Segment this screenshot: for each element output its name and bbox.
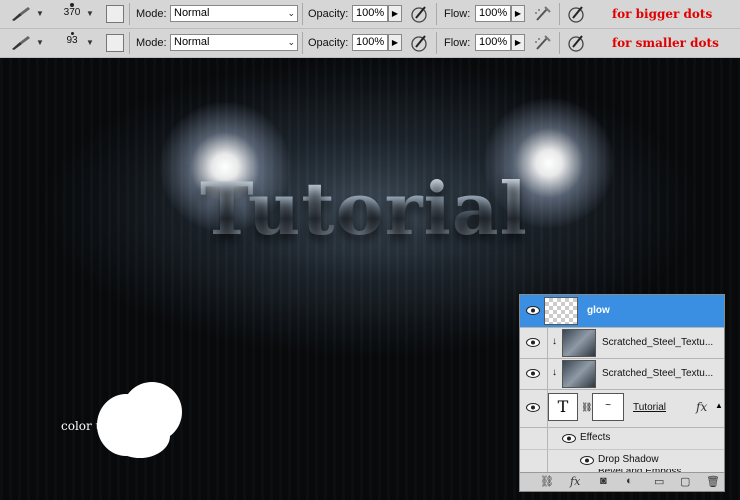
opacity-slider-button[interactable]: ▶	[388, 5, 402, 22]
flow-input[interactable]: 100%	[475, 34, 511, 51]
layer-tutorial-text[interactable]: T ⛓ ~ Tutorial fx ▲	[520, 389, 724, 428]
pressure-opacity-icon[interactable]	[410, 33, 430, 53]
link-layers-icon[interactable]: ⛓	[540, 475, 554, 488]
clipping-arrow-icon: ↓	[552, 336, 557, 347]
opacity-label: Opacity:	[308, 8, 349, 20]
mode-label: Mode:	[136, 37, 167, 49]
airbrush-icon[interactable]	[533, 33, 553, 53]
brush-preset-dropdown-caret[interactable]: ▼	[36, 38, 44, 47]
mode-select-value: Normal	[174, 36, 210, 48]
mode-select-value: Normal	[174, 7, 210, 19]
flow-slider-button[interactable]: ▶	[511, 5, 525, 22]
flow-label: Flow:	[444, 37, 471, 49]
opacity-input[interactable]: 100%	[352, 34, 388, 51]
layer-mask-thumbnail: ~	[592, 393, 624, 421]
layer-glow[interactable]: glow	[520, 295, 724, 328]
brush-tool-icon[interactable]	[8, 34, 38, 52]
brush-tool-icon[interactable]	[8, 5, 38, 23]
pressure-size-icon[interactable]	[567, 33, 587, 53]
opacity-slider-button[interactable]: ▶	[388, 34, 402, 51]
brush-size-value: 93	[66, 35, 78, 46]
brush-size-dropdown-caret[interactable]: ▼	[86, 9, 94, 18]
brush-panel-toggle-icon[interactable]	[106, 5, 124, 23]
tutorial-steel-title: Tutorial	[200, 166, 528, 251]
eye-icon[interactable]	[526, 403, 540, 412]
layers-panel: glow ↓ Scratched_Steel_Textu... ↓ Scratc…	[519, 294, 725, 492]
eye-icon[interactable]	[526, 306, 540, 315]
options-bar-row-2: ▼ 93 ▼ Mode: Normal ⌄ Opacity: 100% ▶ Flo…	[0, 29, 740, 58]
effects-group[interactable]: Effects	[520, 427, 724, 450]
text-layer-icon: T	[548, 393, 578, 421]
collapse-effects-icon[interactable]: ▲	[715, 401, 723, 410]
pressure-size-icon[interactable]	[567, 4, 587, 24]
mode-select[interactable]: Normal ⌄	[170, 5, 298, 22]
brush-size-dropdown-caret[interactable]: ▼	[86, 38, 94, 47]
clipping-arrow-icon: ↓	[552, 367, 557, 378]
layer-name[interactable]: glow	[587, 305, 610, 316]
note-bigger-dots: for bigger dots	[612, 7, 713, 21]
layer-scratched-steel-1[interactable]: ↓ Scratched_Steel_Textu...	[520, 327, 724, 359]
brush-panel-toggle-icon[interactable]	[106, 34, 124, 52]
layer-name[interactable]: Scratched_Steel_Textu...	[602, 337, 713, 348]
trash-icon[interactable]: 🗑	[706, 475, 720, 488]
effects-label: Effects	[580, 432, 611, 443]
layer-thumbnail	[562, 329, 596, 357]
layer-thumbnail	[544, 297, 578, 325]
opacity-input[interactable]: 100%	[352, 5, 388, 22]
flow-slider-button[interactable]: ▶	[511, 34, 525, 51]
new-group-icon[interactable]: ▭	[654, 475, 664, 488]
new-layer-icon[interactable]: ▢	[680, 475, 690, 488]
link-icon: ⛓	[581, 402, 593, 412]
separator	[129, 32, 130, 54]
brush-size-picker[interactable]: 370	[58, 1, 86, 27]
brush-preset-dropdown-caret[interactable]: ▼	[36, 9, 44, 18]
airbrush-icon[interactable]	[533, 4, 553, 24]
note-smaller-dots: for smaller dots	[612, 36, 719, 50]
layer-thumbnail	[562, 360, 596, 388]
mode-label: Mode:	[136, 8, 167, 20]
layers-panel-toolbar: ⛓ fx ◙ ◐ ▭ ▢ 🗑	[520, 472, 724, 491]
flow-label: Flow:	[444, 8, 471, 20]
pressure-opacity-icon[interactable]	[410, 4, 430, 24]
eye-icon[interactable]	[526, 369, 540, 378]
chevron-down-icon: ⌄	[287, 37, 295, 47]
layer-scratched-steel-2[interactable]: ↓ Scratched_Steel_Textu...	[520, 358, 724, 390]
separator	[559, 32, 560, 54]
flow-input[interactable]: 100%	[475, 5, 511, 22]
eye-icon[interactable]	[526, 338, 540, 347]
fx-indicator[interactable]: fx	[696, 400, 707, 414]
adjustment-layer-icon[interactable]: ◐	[626, 475, 633, 487]
effect-drop-shadow[interactable]: Drop Shadow	[520, 449, 724, 471]
chevron-down-icon: ⌄	[287, 8, 295, 18]
separator	[302, 32, 303, 54]
separator	[559, 3, 560, 25]
separator	[302, 3, 303, 25]
separator	[129, 3, 130, 25]
separator	[436, 32, 437, 54]
eye-icon[interactable]	[580, 456, 594, 465]
add-layer-style-icon[interactable]: fx	[570, 475, 580, 488]
layer-name[interactable]: Tutorial	[633, 402, 666, 413]
options-bar-row-1: ▼ 370 ▼ Mode: Normal ⌄ Opacity: 100% ▶ Fl…	[0, 0, 740, 29]
layer-name[interactable]: Scratched_Steel_Textu...	[602, 368, 713, 379]
opacity-label: Opacity:	[308, 37, 349, 49]
brush-size-value: 370	[63, 7, 81, 18]
effect-name: Drop Shadow	[598, 454, 659, 465]
separator	[436, 3, 437, 25]
brush-size-picker[interactable]: 93	[58, 30, 86, 56]
mode-select[interactable]: Normal ⌄	[170, 34, 298, 51]
eye-icon[interactable]	[562, 434, 576, 443]
add-mask-icon[interactable]: ◙	[600, 475, 607, 487]
